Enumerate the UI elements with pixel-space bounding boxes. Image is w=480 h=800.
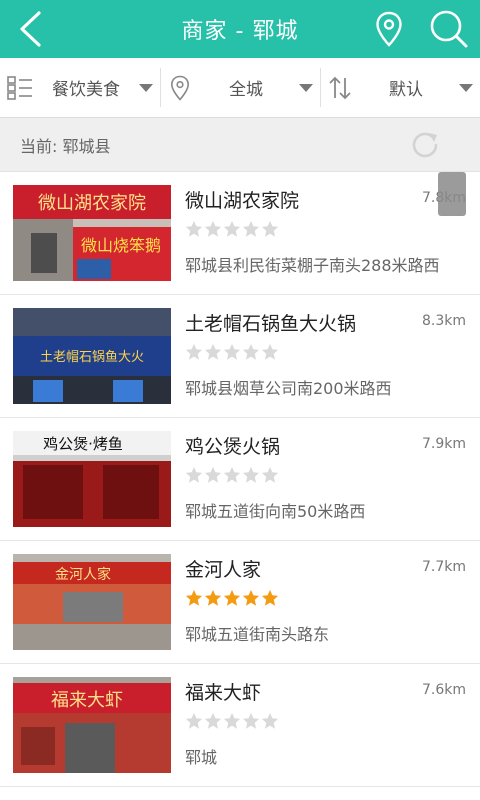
search-button[interactable] bbox=[422, 0, 476, 58]
sign-text: 金河人家 bbox=[55, 566, 111, 583]
star-empty-icon bbox=[261, 466, 279, 483]
merchant-photo: 微山湖农家院 微山烧笨鹅 bbox=[13, 185, 171, 281]
rating-stars bbox=[185, 343, 466, 365]
star-empty-icon bbox=[185, 466, 203, 483]
star-empty-icon bbox=[261, 343, 279, 360]
merchant-address: 郓城五道街南头路东 bbox=[185, 625, 330, 644]
star-filled-icon bbox=[185, 589, 203, 606]
star-filled-icon bbox=[261, 589, 279, 606]
merchant-photo: 福来大虾 bbox=[13, 677, 171, 773]
merchant-distance: 7.6km bbox=[421, 682, 466, 698]
sort-icon bbox=[329, 76, 351, 99]
merchant-address: 郓城五道街向南50米路西 bbox=[185, 502, 366, 521]
star-empty-icon bbox=[242, 466, 260, 483]
sign-text: 土老帽石锅鱼大火 bbox=[40, 349, 144, 365]
star-empty-icon bbox=[204, 220, 222, 237]
back-arrow-icon bbox=[20, 11, 41, 47]
star-filled-icon bbox=[223, 589, 241, 606]
filter-category-label: 餐饮美食 bbox=[52, 80, 120, 100]
refresh-button[interactable] bbox=[408, 128, 442, 162]
sign-text: 福来大虾 bbox=[51, 690, 123, 711]
filter-bar: 餐饮美食 全城 默认 bbox=[0, 58, 480, 118]
app-header: 商家 - 郓城 bbox=[0, 0, 480, 58]
star-empty-icon bbox=[185, 220, 203, 237]
star-empty-icon bbox=[223, 220, 241, 237]
rating-stars bbox=[185, 712, 466, 734]
star-empty-icon bbox=[223, 343, 241, 360]
star-filled-icon bbox=[204, 589, 222, 606]
star-empty-icon bbox=[185, 343, 203, 360]
star-empty-icon bbox=[204, 712, 222, 729]
merchant-photo: 土老帽石锅鱼大火 bbox=[13, 308, 171, 404]
scroll-indicator[interactable] bbox=[438, 172, 466, 216]
merchant-address: 郓城 bbox=[185, 748, 218, 767]
location-button[interactable] bbox=[366, 0, 412, 58]
list-item[interactable]: 土老帽石锅鱼大火 土老帽石锅鱼大火锅 8.3km 郓城县烟草公司南200米路西 bbox=[0, 295, 480, 418]
merchant-address: 郓城县烟草公司南200米路西 bbox=[185, 379, 392, 398]
location-pin-icon bbox=[170, 75, 190, 101]
filter-sort-label: 默认 bbox=[389, 80, 423, 100]
chevron-down-icon bbox=[299, 83, 313, 92]
star-empty-icon bbox=[204, 343, 222, 360]
star-empty-icon bbox=[223, 712, 241, 729]
merchant-address: 郓城县利民街菜棚子南头288米路西 bbox=[185, 256, 440, 275]
merchant-photo: 金河人家 bbox=[13, 554, 171, 650]
star-empty-icon bbox=[185, 712, 203, 729]
star-empty-icon bbox=[261, 712, 279, 729]
star-empty-icon bbox=[242, 343, 260, 360]
location-pin-icon bbox=[376, 11, 402, 47]
page-title: 商家 - 郓城 bbox=[181, 19, 299, 44]
current-location-bar: 当前: 郓城县 bbox=[0, 118, 480, 172]
merchant-distance: 7.7km bbox=[421, 559, 466, 575]
star-empty-icon bbox=[242, 712, 260, 729]
merchant-photo: 鸡公煲·烤鱼 bbox=[13, 431, 171, 527]
search-icon bbox=[430, 10, 468, 48]
list-item[interactable]: 鸡公煲·烤鱼 鸡公煲火锅 7.9km 郓城五道街向南50米路西 bbox=[0, 418, 480, 541]
star-empty-icon bbox=[204, 466, 222, 483]
list-item[interactable]: 微山湖农家院 微山烧笨鹅 微山湖农家院 7.8km 郓城县利民街菜棚子南头288… bbox=[0, 172, 480, 295]
star-empty-icon bbox=[242, 220, 260, 237]
chevron-down-icon bbox=[459, 83, 473, 92]
filter-category[interactable]: 餐饮美食 bbox=[0, 58, 160, 117]
chevron-down-icon bbox=[139, 83, 153, 92]
refresh-icon bbox=[412, 132, 438, 158]
back-button[interactable] bbox=[6, 0, 54, 58]
rating-stars bbox=[185, 589, 466, 611]
star-filled-icon bbox=[242, 589, 260, 606]
rating-stars bbox=[185, 220, 466, 242]
filter-sort[interactable]: 默认 bbox=[320, 58, 480, 117]
merchant-distance: 7.9km bbox=[421, 436, 466, 452]
category-list-icon bbox=[7, 75, 32, 100]
rating-stars bbox=[185, 466, 466, 488]
merchant-list: 微山湖农家院 微山烧笨鹅 微山湖农家院 7.8km 郓城县利民街菜棚子南头288… bbox=[0, 172, 480, 787]
list-item[interactable]: 金河人家 金河人家 7.7km 郓城五道街南头路东 bbox=[0, 541, 480, 664]
list-item[interactable]: 福来大虾 福来大虾 7.6km 郓城 bbox=[0, 664, 480, 787]
filter-area-label: 全城 bbox=[229, 80, 263, 100]
merchant-distance: 8.3km bbox=[421, 313, 466, 329]
sign-subtext: 微山烧笨鹅 bbox=[81, 236, 161, 255]
star-empty-icon bbox=[261, 220, 279, 237]
sign-text: 鸡公煲·烤鱼 bbox=[43, 435, 123, 453]
current-location-text: 当前: 郓城县 bbox=[20, 136, 111, 156]
filter-area[interactable]: 全城 bbox=[160, 58, 320, 117]
sign-text: 微山湖农家院 bbox=[38, 193, 146, 214]
star-empty-icon bbox=[223, 466, 241, 483]
